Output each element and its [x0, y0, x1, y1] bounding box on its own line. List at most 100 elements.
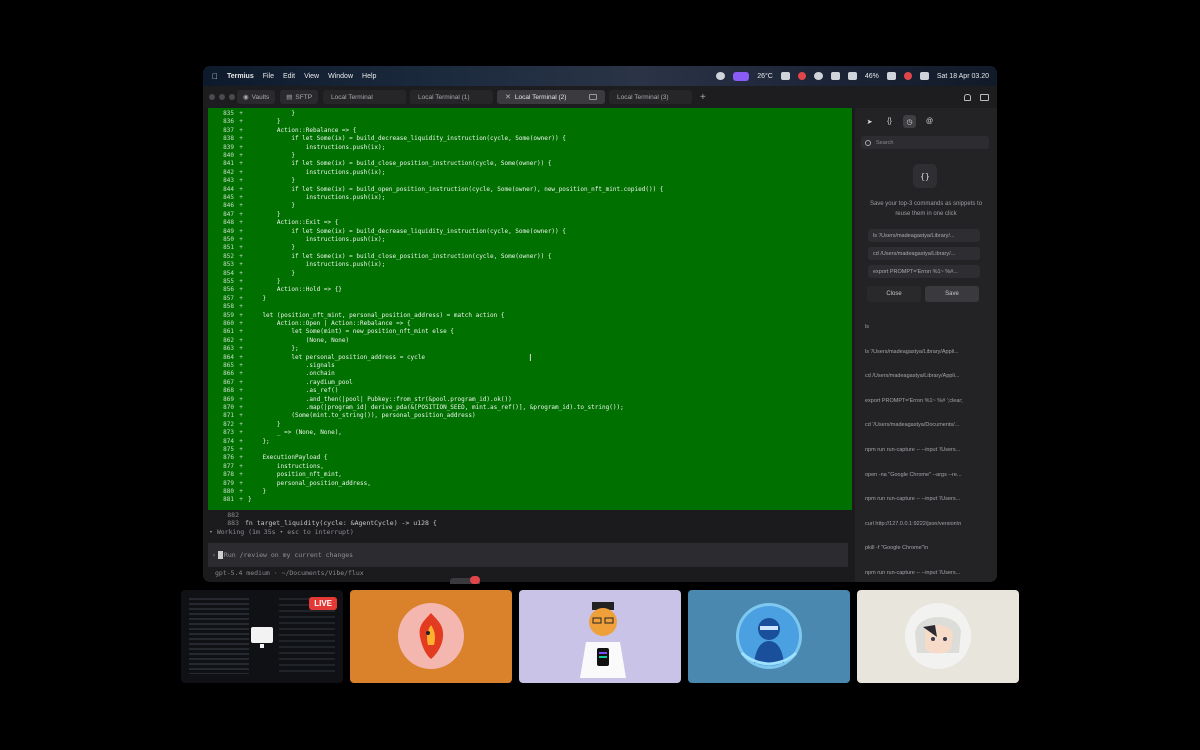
screen-share-icon[interactable] [733, 71, 750, 81]
history-item[interactable]: npm run run-capture -- --input '/Users..… [865, 447, 995, 453]
prompt-input[interactable]: › Run /review on my current changes [208, 543, 848, 567]
menu-app-name[interactable]: Termius [227, 73, 254, 80]
bell-icon[interactable] [964, 93, 971, 101]
app-icon[interactable] [780, 72, 790, 80]
code-line: 848 + Action::Exit => { [208, 219, 338, 227]
apple-icon[interactable]:  [212, 72, 218, 81]
tab-label: Local Terminal [331, 93, 373, 101]
screen-share-tile[interactable]: LIVE [181, 590, 343, 683]
diff-marker: + [239, 454, 243, 462]
sidebar-toggle-icon[interactable] [980, 93, 989, 101]
diff-marker: + [239, 294, 243, 302]
moon-icon[interactable] [813, 72, 823, 80]
menu-help[interactable]: Help [362, 73, 376, 80]
save-button[interactable]: Save [925, 286, 979, 302]
participant-tile[interactable] [519, 590, 681, 683]
code-text: } [248, 202, 295, 210]
control-center-icon[interactable] [919, 72, 929, 80]
line-number: 868 [223, 387, 234, 395]
close-dot[interactable] [209, 94, 215, 100]
history-item[interactable]: ls '/Users/madeagastya/Library/Appli... [865, 349, 995, 355]
menu-window[interactable]: Window [328, 73, 353, 80]
diff-marker: + [239, 177, 243, 185]
code-line: 875 + [208, 446, 248, 454]
live-badge: LIVE [309, 597, 337, 610]
line-number: 849 [223, 227, 234, 235]
notification-icon[interactable] [903, 72, 912, 80]
weather-text[interactable]: 26°C [757, 73, 773, 80]
history-item[interactable]: cd '/Users/madeagastya/Documents/... [865, 422, 995, 428]
close-button[interactable]: Close [867, 286, 921, 302]
history-item[interactable]: npm run run-capture -- --input '/Users..… [865, 496, 995, 502]
code-text: _ => (None, None), [248, 429, 342, 437]
status-circle-icon[interactable] [716, 72, 726, 80]
menu-edit[interactable]: Edit [283, 73, 295, 80]
send-icon[interactable]: ➤ [863, 115, 876, 128]
history-item[interactable]: pkill -f "Google Chrome"\n [865, 545, 995, 551]
at-icon[interactable]: @ [923, 115, 936, 128]
new-tab-button[interactable]: + [700, 92, 706, 103]
history-item[interactable]: npm run run-capture -- --input '/Users..… [865, 570, 995, 576]
participant-tile[interactable] [688, 590, 850, 683]
line-number: 882 [227, 511, 239, 519]
suggestion-chip[interactable]: cd /Users/madeagastya/Library/... [868, 247, 980, 260]
code-text: (Some(mint.to_string()), personal_positi… [248, 412, 476, 420]
history-item[interactable]: ls [865, 324, 995, 330]
line-number: 853 [223, 261, 234, 269]
line-number: 846 [223, 202, 234, 210]
split-icon[interactable] [589, 94, 598, 100]
recording-icon[interactable] [797, 72, 806, 80]
code-text: .onchain [248, 370, 335, 378]
menu-view[interactable]: View [304, 73, 319, 80]
close-tab-icon[interactable]: ✕ [505, 93, 511, 101]
terminal-area[interactable]: 835 + } 836 + } 837 + Action::Rebalance => {8… [203, 108, 855, 582]
braces-icon[interactable]: {} [883, 115, 896, 128]
code-line: 876 + ExecutionPayload { [208, 454, 327, 462]
code-text: (None, None) [248, 336, 350, 344]
code-text: instructions.push(ix); [248, 236, 386, 243]
tab-local-terminal-3[interactable]: Local Terminal (3) [609, 90, 693, 104]
suggestion-chip[interactable]: ls '/Users/madeagastya/Library/... [868, 229, 980, 242]
participant-tile[interactable] [857, 590, 1019, 683]
wifi-icon[interactable] [847, 72, 857, 80]
tab-local-terminal-2[interactable]: ✕ Local Terminal (2) [497, 90, 606, 104]
suggestion-chip[interactable]: export PROMPT='Erron %1~ %#... [868, 265, 980, 278]
menu-file[interactable]: File [263, 73, 274, 80]
screen:  Termius File Edit View Window Help 26°… [0, 0, 1200, 750]
participant-tile[interactable] [350, 590, 512, 683]
diff-marker: + [239, 143, 243, 151]
diff-marker: + [239, 488, 243, 495]
line-number: 880 [223, 488, 234, 495]
battery-icon[interactable] [886, 72, 896, 80]
ninja-avatar [736, 603, 802, 669]
minimize-dot[interactable] [219, 94, 225, 100]
history-item[interactable]: curl http://127.0.0.1:9222/json/version\… [865, 521, 995, 527]
diff-marker: + [239, 286, 243, 294]
history-item[interactable]: cd /Users/madeagastya/Library/Appli... [865, 373, 995, 379]
prompt-marker: › [212, 551, 216, 559]
sftp-tab[interactable]: ▤ SFTP [280, 90, 319, 104]
history-icon[interactable]: ◷ [903, 115, 916, 128]
tab-local-terminal-1[interactable]: Local Terminal (1) [410, 90, 494, 104]
tab-local-terminal[interactable]: Local Terminal [323, 90, 407, 104]
code-text: let Some(mint) = new_position_nft_mint e… [248, 328, 454, 336]
datetime[interactable]: Sat 18 Apr 03.20 [937, 73, 989, 80]
bluetooth-icon[interactable] [830, 72, 840, 80]
code-line: 855 + } [208, 278, 280, 286]
history-item[interactable]: export PROMPT='Erron %1~ %# ';clear; [865, 398, 995, 404]
line-number: 860 [223, 320, 234, 327]
snippet-search[interactable]: Search [861, 136, 989, 149]
zoom-dot[interactable] [229, 94, 235, 100]
screen-preview [189, 598, 249, 674]
line-number: 861 [223, 328, 234, 336]
code-text: } [248, 244, 295, 252]
battery-text[interactable]: 46% [865, 73, 879, 80]
diff-marker: + [239, 118, 243, 126]
code-line: 858 + [208, 303, 248, 311]
history-item[interactable]: open -na "Google Chrome" --args --re... [865, 472, 995, 478]
vaults-tab[interactable]: ◉ Vaults [237, 90, 276, 104]
code-text: } [248, 488, 267, 495]
code-text: } [248, 269, 295, 277]
code-line: 844 + if let Some(ix) = build_open_positi… [208, 186, 663, 194]
diff-marker: + [239, 378, 243, 386]
